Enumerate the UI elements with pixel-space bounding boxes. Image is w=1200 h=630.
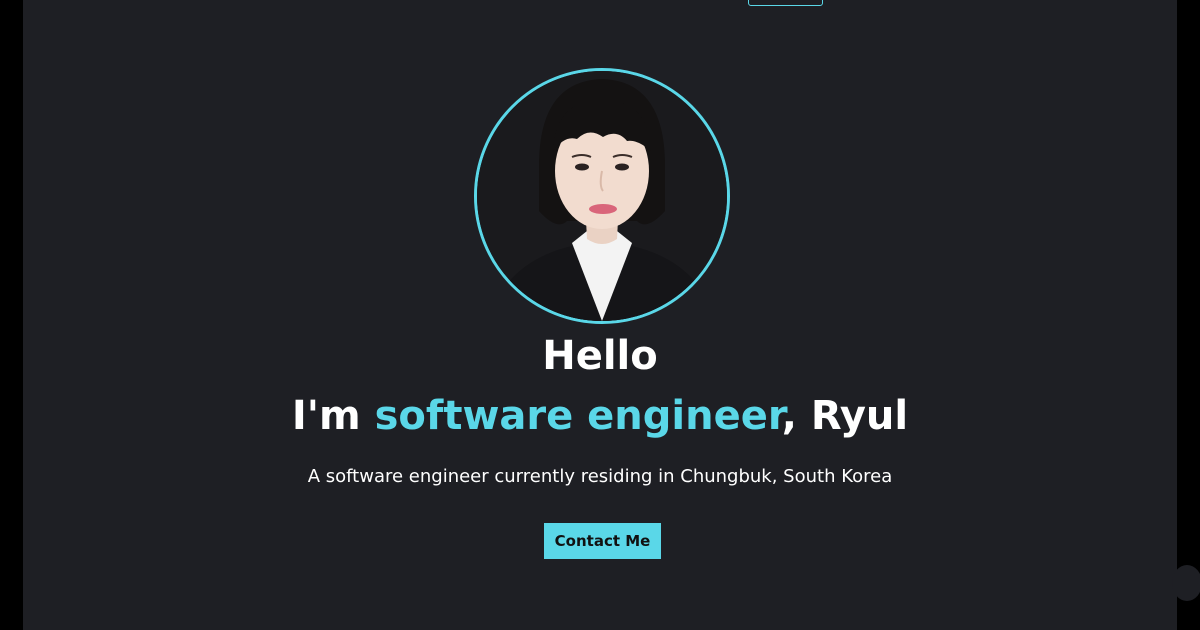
greeting-heading: Hello	[542, 333, 658, 379]
headline-suffix: , Ryul	[781, 393, 909, 439]
profile-photo-icon	[477, 71, 727, 321]
avatar	[474, 68, 730, 324]
headline-role: software engineer	[374, 393, 782, 439]
scroll-edge-indicator	[1172, 565, 1200, 601]
nav-button[interactable]	[748, 0, 823, 6]
headline-prefix: I'm	[291, 393, 375, 439]
hero-section: Hello I'm software engineer, Ryul A soft…	[23, 0, 1177, 630]
contact-me-button[interactable]: Contact Me	[544, 523, 661, 559]
subtitle: A software engineer currently residing i…	[307, 466, 893, 487]
headline: I'm software engineer, Ryul	[23, 390, 1177, 442]
